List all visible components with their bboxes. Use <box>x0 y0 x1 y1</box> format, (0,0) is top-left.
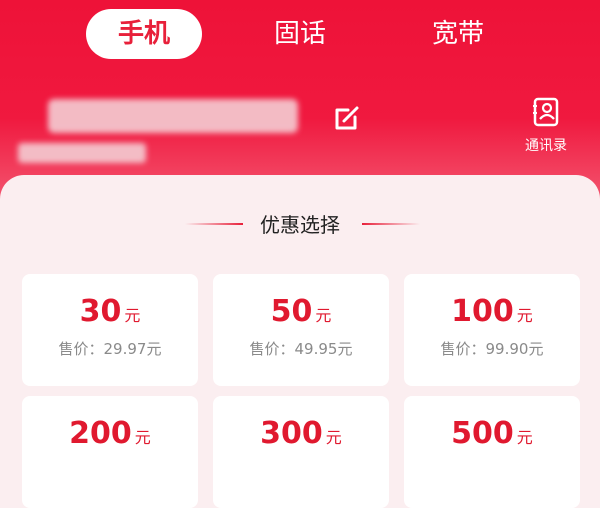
product-amount: 100 元 <box>451 294 533 329</box>
product-card-100[interactable]: 100 元 售价：99.90元 <box>404 274 580 386</box>
tab-broadband[interactable]: 宽带 <box>403 9 513 59</box>
product-card-30[interactable]: 30 元 售价：29.97元 <box>22 274 198 386</box>
product-card-300[interactable]: 300 元 <box>213 396 389 508</box>
phone-number-area[interactable]: 通讯录 <box>0 85 600 175</box>
product-amount: 200 元 <box>69 416 151 451</box>
title-divider-right <box>362 223 420 225</box>
edit-icon[interactable] <box>330 101 364 135</box>
masked-carrier-info <box>18 143 146 163</box>
product-amount: 300 元 <box>260 416 342 451</box>
product-card-500[interactable]: 500 元 <box>404 396 580 508</box>
section-title: 优惠选择 <box>260 213 340 237</box>
offer-panel: 优惠选择 30 元 售价：29.97元 50 元 售价：49.95元 100 元 售价… <box>0 175 600 508</box>
contacts-label: 通讯录 <box>525 138 567 154</box>
masked-phone-number <box>48 99 298 133</box>
product-amount: 30 元 <box>79 294 141 329</box>
contacts-button[interactable]: 通讯录 <box>516 97 576 159</box>
contacts-book-icon <box>533 97 559 127</box>
product-price: 售价：49.95元 <box>249 340 353 358</box>
product-card-50[interactable]: 50 元 售价：49.95元 <box>213 274 389 386</box>
product-price: 售价：29.97元 <box>58 340 162 358</box>
tab-mobile[interactable]: 手机 <box>86 9 202 59</box>
product-card-200[interactable]: 200 元 <box>22 396 198 508</box>
tab-landline[interactable]: 固话 <box>245 9 355 59</box>
product-amount: 500 元 <box>451 416 533 451</box>
product-amount: 50 元 <box>270 294 332 329</box>
product-price: 售价：99.90元 <box>440 340 544 358</box>
recharge-type-tabs: 手机 固话 宽带 <box>0 9 600 59</box>
